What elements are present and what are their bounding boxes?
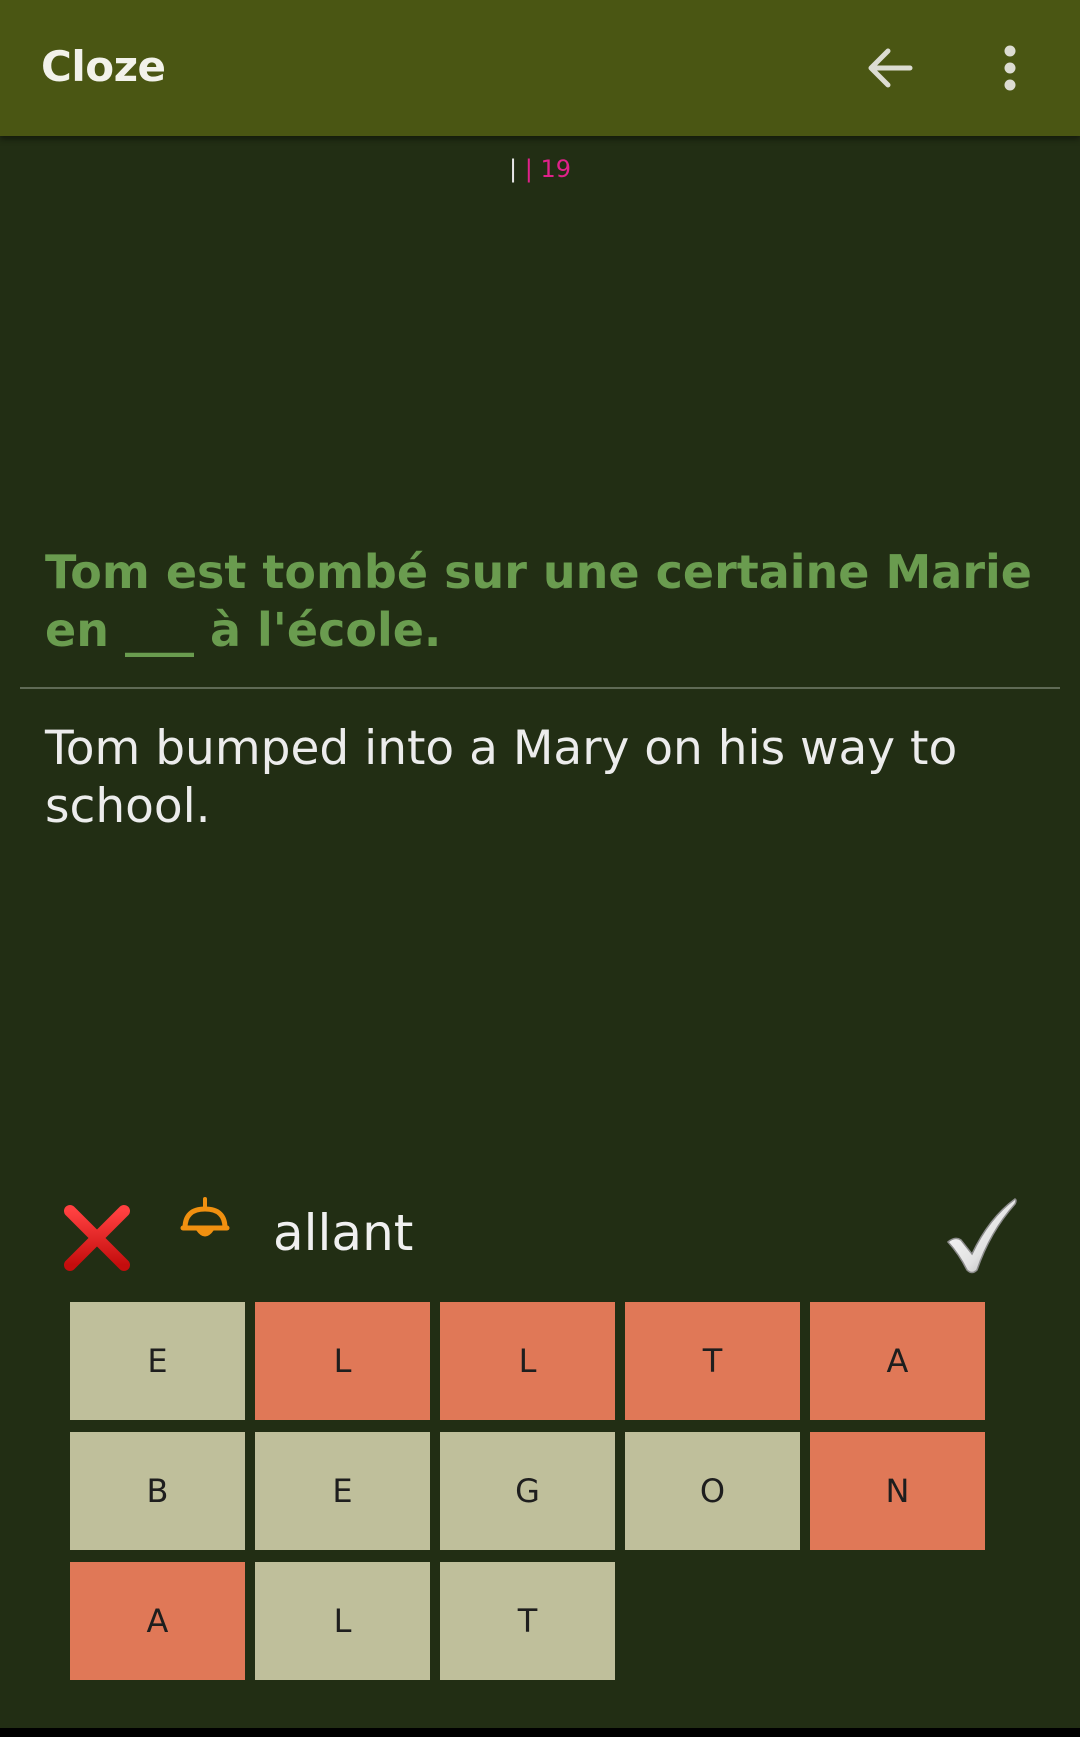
letter-tile[interactable]: N xyxy=(810,1432,985,1550)
counter-separator-accent: | xyxy=(524,155,533,183)
letter-tile[interactable]: O xyxy=(625,1432,800,1550)
translation-text: Tom bumped into a Mary on his way to sch… xyxy=(45,721,958,834)
letter-tile[interactable]: A xyxy=(810,1302,985,1420)
hint-button[interactable] xyxy=(180,1196,230,1250)
progress-counter: | | 19 xyxy=(0,155,1080,183)
answer-row: allant xyxy=(0,1196,1080,1276)
app-bar: Cloze xyxy=(0,0,1080,136)
submit-answer-button[interactable] xyxy=(945,1196,1019,1276)
letter-tile[interactable]: L xyxy=(440,1302,615,1420)
letter-tile[interactable]: T xyxy=(625,1302,800,1420)
cloze-sentence: Tom est tombé sur une certaine Marie en … xyxy=(45,545,1032,657)
overflow-menu-button[interactable] xyxy=(985,38,1035,98)
letter-tile[interactable]: L xyxy=(255,1302,430,1420)
answer-text: allant xyxy=(273,1204,414,1262)
letter-tile[interactable]: B xyxy=(70,1432,245,1550)
divider xyxy=(20,687,1060,689)
more-vert-icon xyxy=(1004,45,1016,91)
bell-icon xyxy=(180,1197,230,1237)
letter-tile[interactable]: T xyxy=(440,1562,615,1680)
counter-value: 19 xyxy=(540,155,571,183)
app-title: Cloze xyxy=(41,42,166,91)
letter-tile[interactable]: L xyxy=(255,1562,430,1680)
clear-answer-button[interactable] xyxy=(60,1202,134,1274)
letter-tile[interactable]: E xyxy=(70,1302,245,1420)
arrow-left-icon xyxy=(868,48,913,88)
red-x-icon xyxy=(64,1205,130,1271)
cloze-screen: Cloze | | 19 Tom est tombé sur une certa… xyxy=(0,0,1080,1728)
letter-tile[interactable]: A xyxy=(70,1562,245,1680)
system-nav-bar xyxy=(0,1728,1080,1737)
letter-tile[interactable]: G xyxy=(440,1432,615,1550)
letter-tile[interactable]: E xyxy=(255,1432,430,1550)
back-button[interactable] xyxy=(860,38,920,98)
checkmark-icon xyxy=(946,1198,1017,1274)
counter-separator: | xyxy=(508,155,518,183)
